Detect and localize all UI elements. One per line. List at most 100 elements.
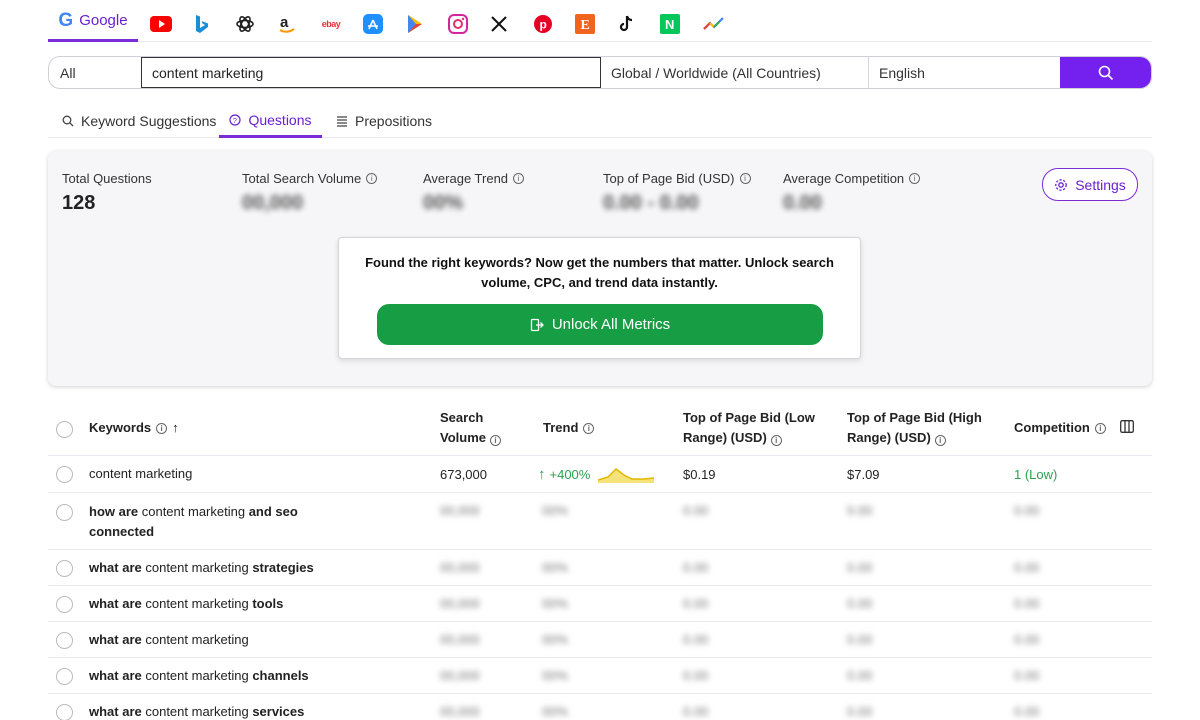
metric-top-bid-value: 0.00 - 0.00 [603,192,699,214]
header-trend[interactable]: Trend i [543,418,595,438]
trend-cell: 00% [542,668,569,683]
row-checkbox[interactable] [56,668,73,685]
keyword-cell[interactable]: what are content marketing channels [89,658,329,693]
tab-keyword-suggestions[interactable]: Keyword Suggestions [62,104,216,138]
keyword-core: content marketing [141,631,249,647]
ebay-icon[interactable]: ebay [318,12,344,36]
bid-low-cell: $0.19 [683,466,716,482]
unlock-all-metrics-button[interactable]: Unlock All Metrics [377,304,823,345]
bing-icon[interactable] [194,12,210,36]
tab-keyword-suggestions-label: Keyword Suggestions [81,113,217,129]
table-row[interactable]: what are content marketing tools 00,000 00… [48,586,1152,622]
info-icon[interactable]: i [490,435,501,446]
keyword-prefix: what are [89,559,142,575]
keyword-cell[interactable]: content marketing [89,456,329,492]
header-keywords[interactable]: Keywords i ↑ [89,418,179,438]
table-row[interactable]: what are content marketing 00,000 00% 0.00 0… [48,622,1152,658]
table-row[interactable]: what are content marketing services 00,00… [48,694,1152,720]
keyword-search-input[interactable] [141,57,601,88]
keyword-cell[interactable]: how are content marketing and seo connec… [89,493,329,549]
metric-total-volume: Total Search Volume i 00,000 [242,171,378,215]
header-bid-high[interactable]: Top of Page Bid (High Range) (USD) i [847,408,982,448]
trend-sparkline [598,468,655,483]
select-all-checkbox[interactable] [56,421,73,438]
result-tabs: Keyword Suggestions ? Questions Preposit… [48,104,1152,138]
naver-icon[interactable]: N [660,12,680,36]
questions-table: Keywords i ↑ Search Volume i Trend i Top … [48,400,1152,720]
row-checkbox[interactable] [56,504,73,521]
etsy-icon[interactable]: E [575,12,595,36]
info-icon[interactable]: i [513,173,525,184]
tiktok-icon[interactable] [618,12,636,36]
header-competition[interactable]: Competition i [1014,418,1106,438]
tab-prepositions[interactable]: Prepositions [336,104,432,138]
x-icon[interactable] [490,12,508,36]
youtube-icon[interactable] [150,12,172,36]
settings-button[interactable]: Settings [1042,168,1138,201]
source-google-label: Google [79,12,128,29]
row-checkbox[interactable] [56,596,73,613]
keyword-core: content marketing [141,703,253,719]
info-icon[interactable]: i [366,173,378,184]
header-bid-low[interactable]: Top of Page Bid (Low Range) (USD) i [683,408,815,448]
keyword-cell[interactable]: what are content marketing strategies [89,550,329,585]
trends-icon[interactable] [703,12,725,36]
info-icon[interactable]: i [1094,422,1106,434]
row-checkbox[interactable] [56,632,73,649]
header-bid-low-line1: Top of Page Bid (Low [683,410,815,425]
row-checkbox[interactable] [56,560,73,577]
bid-high-cell: $7.09 [847,466,880,482]
info-icon[interactable]: i [909,173,921,184]
keyword-cell[interactable]: what are content marketing services [89,694,329,720]
scope-select[interactable]: All [49,57,141,88]
keyword-cell[interactable]: what are content marketing tools [89,586,329,621]
header-bid-low-line2: Range) (USD) [683,430,767,445]
app-store-icon[interactable] [363,12,383,36]
header-bid-high-line1: Top of Page Bid (High [847,410,982,425]
metrics-card: Total Questions 128 Total Search Volume i… [48,151,1152,386]
svg-text:N: N [665,17,674,32]
trend-cell: 00% [542,704,569,719]
chatgpt-icon[interactable] [235,12,255,36]
trend-cell: 00% [542,503,569,518]
tab-questions-label: Questions [248,111,312,128]
header-bid-high-line2: Range) (USD) [847,430,931,445]
location-select[interactable]: Global / Worldwide (All Countries) [601,57,869,88]
tab-questions[interactable]: ? Questions [219,104,322,138]
table-row[interactable]: how are content marketing and seo connec… [48,493,1152,550]
unlock-icon [530,318,544,331]
info-icon[interactable]: i [583,422,595,434]
row-checkbox[interactable] [56,466,73,483]
trend-cell: 00% [542,560,569,575]
pinterest-icon[interactable]: p [533,12,553,36]
columns-icon[interactable] [1120,420,1134,433]
header-search-volume-line2: Volume [440,430,486,445]
competition-cell: 0.00 [1014,503,1040,518]
table-row[interactable]: what are content marketing channels 00,00… [48,658,1152,694]
competition-cell: 0.00 [1014,704,1040,719]
gear-icon [1055,178,1068,191]
svg-text:?: ? [233,115,237,124]
table-row[interactable]: content marketing 673,000 ↑ +400% $0.19 … [48,456,1152,493]
metric-total-volume-label: Total Search Volume [242,171,362,186]
volume-cell: 00,000 [440,632,480,647]
keyword-cell[interactable]: what are content marketing [89,622,329,657]
source-google[interactable]: G Google [48,0,138,42]
language-select[interactable]: English [869,57,1060,88]
svg-text:a: a [280,14,289,31]
search-icon [62,115,74,127]
unlock-all-metrics-label: Unlock All Metrics [551,316,671,333]
play-store-icon[interactable] [406,12,424,36]
header-search-volume[interactable]: Search Volume i [440,408,501,448]
amazon-icon[interactable]: a [278,12,296,36]
sort-arrow-icon[interactable]: ↑ [172,418,179,438]
row-checkbox[interactable] [56,704,73,720]
info-icon[interactable]: i [156,422,168,434]
search-button[interactable] [1060,57,1151,88]
instagram-icon[interactable] [448,12,468,36]
info-icon[interactable]: i [934,435,946,446]
info-icon[interactable]: i [739,173,751,184]
table-row[interactable]: what are content marketing strategies 00,… [48,550,1152,586]
info-icon[interactable]: i [770,435,782,446]
metric-total-questions-value: 128 [62,192,96,214]
